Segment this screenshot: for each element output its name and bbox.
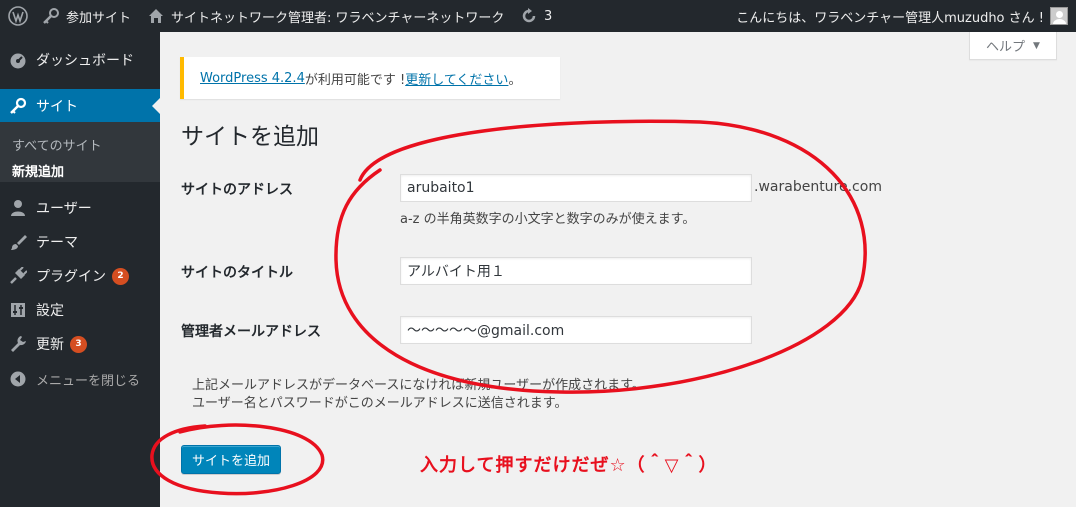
submenu-all-sites[interactable]: すべてのサイト bbox=[12, 135, 102, 154]
menu-updates-label: 更新 bbox=[36, 337, 64, 353]
site-title-input[interactable] bbox=[400, 257, 752, 285]
menu-dashboard[interactable]: ダッシュボード bbox=[0, 43, 160, 77]
my-sites-icon bbox=[42, 7, 60, 25]
new-user-note-line2: ユーザー名とパスワードがこのメールアドレスに送信されます。 bbox=[192, 396, 568, 411]
caret-down-icon: ▼ bbox=[1033, 40, 1040, 51]
help-label: ヘルプ bbox=[986, 40, 1026, 55]
menu-settings-label: 設定 bbox=[36, 303, 64, 319]
admin-bar: 参加サイト サイトネットワーク管理者: ワラベンチャーネットワーク 3 こんにち… bbox=[0, 0, 1076, 32]
updates-badge: 3 bbox=[70, 335, 87, 353]
dashboard-gauge-icon bbox=[8, 50, 28, 70]
domain-suffix: .warabenture.com bbox=[754, 179, 882, 195]
update-notice: WordPress 4.2.4 が利用可能です ! 更新してください 。 bbox=[180, 57, 560, 99]
menu-settings[interactable]: 設定 bbox=[0, 293, 160, 327]
home-icon bbox=[147, 7, 165, 25]
refresh-icon bbox=[520, 7, 538, 25]
settings-sliders-icon bbox=[8, 300, 28, 320]
submenu-add-new[interactable]: 新規追加 bbox=[12, 161, 64, 180]
key-icon bbox=[8, 96, 28, 116]
updates-count: 3 bbox=[544, 8, 553, 24]
wordpress-version-link[interactable]: WordPress 4.2.4 bbox=[200, 71, 305, 86]
menu-sites-label: サイト bbox=[36, 99, 78, 115]
plugin-icon bbox=[8, 266, 28, 286]
help-tab-button[interactable]: ヘルプ ▼ bbox=[969, 32, 1057, 60]
howdy-text: こんにちは、ワラベンチャー管理人muzudho さん ! bbox=[736, 10, 1044, 26]
collapse-menu-label: メニューを閉じる bbox=[36, 373, 141, 389]
users-icon bbox=[8, 198, 28, 218]
admin-email-input[interactable] bbox=[400, 316, 752, 344]
account-menu[interactable]: こんにちは、ワラベンチャー管理人muzudho さん ! bbox=[736, 0, 1068, 32]
menu-themes-label: テーマ bbox=[36, 235, 78, 251]
menu-users[interactable]: ユーザー bbox=[0, 191, 160, 225]
my-sites-menu[interactable]: 参加サイト bbox=[42, 0, 131, 32]
menu-users-label: ユーザー bbox=[36, 201, 92, 217]
site-address-description: a-z の半角英数字の小文字と数字のみが使えます。 bbox=[400, 212, 696, 227]
my-sites-label: 参加サイト bbox=[66, 10, 132, 26]
paintbrush-icon bbox=[8, 232, 28, 252]
add-site-button[interactable]: サイトを追加 bbox=[181, 445, 281, 474]
menu-themes[interactable]: テーマ bbox=[0, 225, 160, 259]
notice-text: が利用可能です ! bbox=[304, 72, 406, 88]
menu-updates[interactable]: 更新 3 bbox=[0, 327, 160, 361]
admin-sidebar: ダッシュボード サイト すべてのサイト 新規追加 ユーザー テーマ プラグイン … bbox=[0, 32, 160, 507]
updates-menu[interactable]: 3 bbox=[520, 0, 552, 32]
update-now-link[interactable]: 更新してください bbox=[405, 69, 508, 88]
wordpress-logo-icon[interactable] bbox=[8, 0, 28, 32]
site-title-label: サイトのタイトル bbox=[181, 265, 293, 281]
menu-plugins-label: プラグイン bbox=[36, 269, 106, 285]
menu-plugins[interactable]: プラグイン 2 bbox=[0, 259, 160, 293]
avatar-icon bbox=[1050, 7, 1068, 25]
admin-email-label: 管理者メールアドレス bbox=[181, 324, 321, 340]
page-title: サイトを追加 bbox=[181, 124, 319, 150]
menu-sites[interactable]: サイト bbox=[0, 89, 160, 123]
annotation-text: 入力して押すだけだぜ☆（＾▽＾） bbox=[420, 455, 718, 476]
notice-period: 。 bbox=[508, 72, 522, 88]
collapse-menu[interactable]: メニューを閉じる bbox=[0, 362, 160, 396]
sites-submenu: すべてのサイト 新規追加 bbox=[0, 122, 160, 182]
plugins-update-badge: 2 bbox=[112, 267, 129, 285]
site-address-input[interactable] bbox=[400, 174, 752, 202]
collapse-arrow-icon bbox=[8, 369, 28, 389]
network-admin-menu[interactable]: サイトネットワーク管理者: ワラベンチャーネットワーク bbox=[147, 0, 504, 32]
menu-dashboard-label: ダッシュボード bbox=[36, 53, 134, 69]
new-user-note-line1: 上記メールアドレスがデータベースになければ新規ユーザーが作成されます。 bbox=[192, 378, 645, 393]
site-address-label: サイトのアドレス bbox=[181, 182, 293, 198]
network-admin-label: サイトネットワーク管理者: ワラベンチャーネットワーク bbox=[171, 10, 505, 26]
wrench-icon bbox=[8, 334, 28, 354]
